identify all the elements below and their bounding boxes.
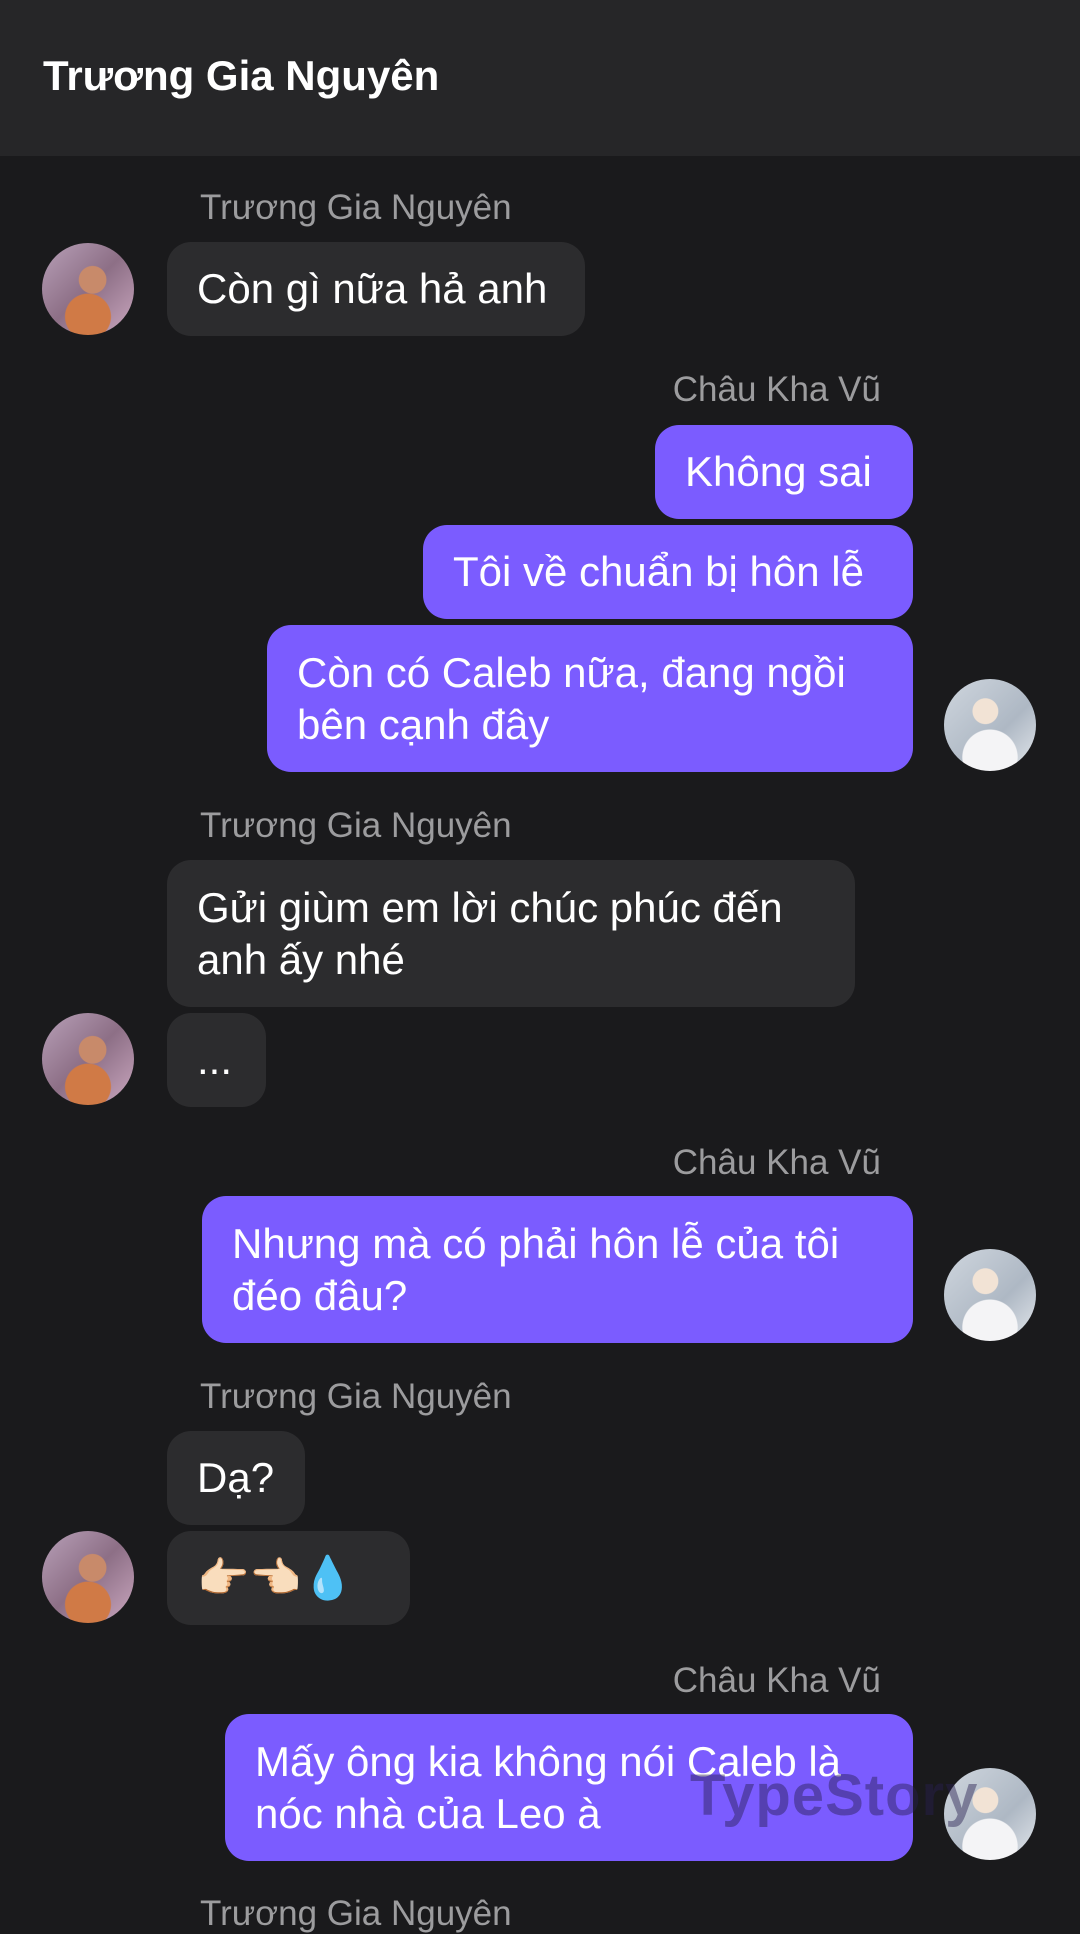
chat-header: Trương Gia Nguyên	[0, 0, 1080, 156]
avatar[interactable]	[944, 679, 1036, 771]
message-bubble-incoming[interactable]: ...	[167, 1013, 266, 1107]
message-bubble-incoming[interactable]: 👉🏻👈🏻💧	[167, 1531, 410, 1625]
chat-title: Trương Gia Nguyên	[43, 52, 440, 99]
message-bubble-outgoing[interactable]: Không sai	[655, 425, 913, 519]
sender-name: Trương Gia Nguyên	[200, 1377, 512, 1416]
watermark: TypeStory	[690, 1763, 979, 1828]
message-bubble-incoming[interactable]: Còn gì nữa hả anh	[167, 242, 585, 336]
avatar[interactable]	[42, 1013, 134, 1105]
message-bubble-outgoing[interactable]: Nhưng mà có phải hôn lễ của tôi đéo đâu?	[202, 1196, 913, 1343]
sender-name: Trương Gia Nguyên	[200, 188, 512, 227]
avatar[interactable]	[42, 1531, 134, 1623]
sender-name: Trương Gia Nguyên	[200, 1894, 512, 1933]
message-bubble-incoming[interactable]: Gửi giùm em lời chúc phúc đến anh ấy nhé	[167, 860, 855, 1007]
sender-name: Châu Kha Vũ	[672, 370, 881, 409]
message-bubble-incoming[interactable]: Dạ?	[167, 1431, 305, 1525]
sender-name: Châu Kha Vũ	[672, 1143, 881, 1182]
avatar[interactable]	[42, 243, 134, 335]
message-bubble-outgoing[interactable]: Tôi về chuẩn bị hôn lễ	[423, 525, 913, 619]
message-bubble-outgoing[interactable]: Còn có Caleb nữa, đang ngồi bên cạnh đây	[267, 625, 913, 772]
sender-name: Châu Kha Vũ	[672, 1661, 881, 1700]
sender-name: Trương Gia Nguyên	[200, 806, 512, 845]
avatar[interactable]	[944, 1249, 1036, 1341]
